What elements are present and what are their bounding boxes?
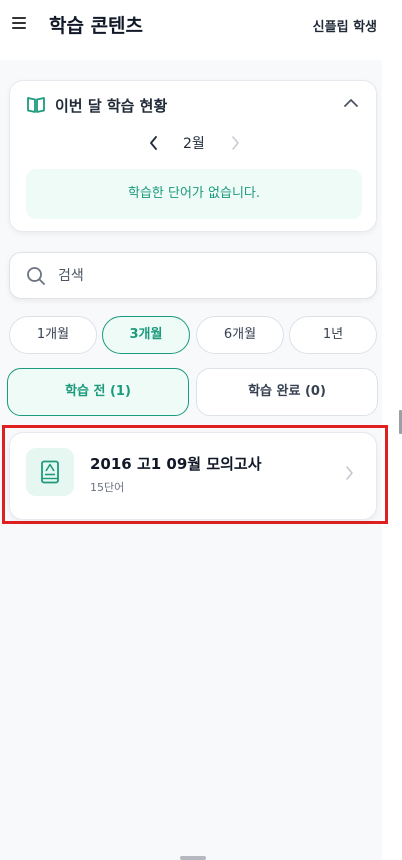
period-1-month[interactable]: 1개월: [9, 316, 97, 354]
home-indicator: [180, 856, 206, 860]
main-content: 이번 달 학습 현황 2월 학습한 단어가 없습니다. 1개월 3개월 6개월 …: [0, 60, 388, 860]
item-title: 2016 고1 09월 모의고사: [90, 455, 262, 473]
top-bar: 학습 콘텐츠 신플립 학생: [0, 0, 402, 50]
item-icon-badge: [26, 448, 74, 496]
period-3-months[interactable]: 3개월: [102, 316, 190, 354]
period-6-months[interactable]: 6개월: [196, 316, 284, 354]
chevron-up-icon[interactable]: [344, 98, 358, 108]
book-open-icon: [27, 97, 45, 113]
tab-study-complete[interactable]: 학습 완료 (0): [196, 368, 378, 416]
search-icon: [27, 267, 45, 285]
summary-title: 이번 달 학습 현황: [55, 97, 168, 115]
user-name[interactable]: 신플립 학생: [313, 16, 377, 35]
chevron-right-icon: [346, 466, 353, 480]
monthly-summary-card: 이번 달 학습 현황 2월 학습한 단어가 없습니다.: [9, 80, 377, 232]
empty-message: 학습한 단어가 없습니다.: [26, 169, 362, 219]
page-title: 학습 콘텐츠: [49, 15, 144, 37]
menu-icon[interactable]: [12, 17, 26, 29]
search-input[interactable]: [58, 253, 358, 298]
chevron-left-icon[interactable]: [149, 136, 159, 150]
search-box[interactable]: [9, 252, 377, 299]
item-word-count: 15단어: [90, 481, 125, 494]
book-icon: [41, 460, 59, 484]
tab-before-study[interactable]: 학습 전 (1): [7, 368, 189, 416]
chevron-right-icon[interactable]: [230, 136, 240, 150]
content-item[interactable]: 2016 고1 09월 모의고사 15단어: [9, 432, 377, 520]
month-label: 2월: [183, 136, 205, 152]
period-1-year[interactable]: 1년: [289, 316, 377, 354]
